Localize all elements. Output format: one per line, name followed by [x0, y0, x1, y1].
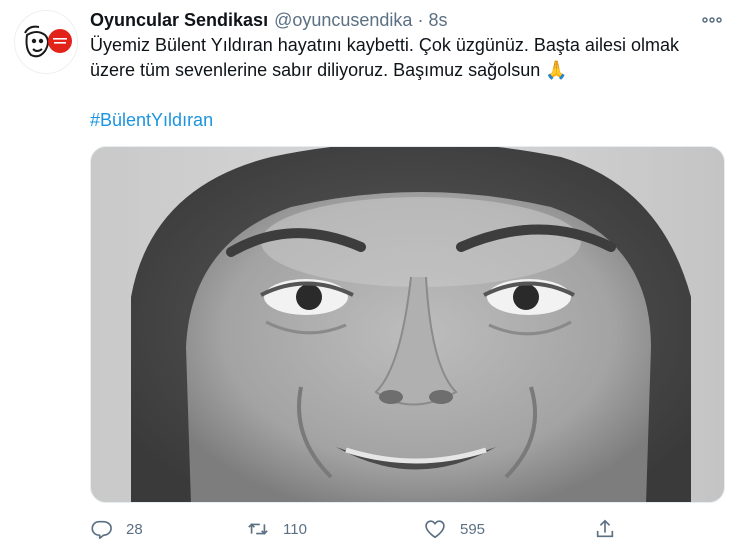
more-button[interactable]: [700, 14, 724, 26]
tweet-photo[interactable]: [90, 146, 725, 503]
like-button[interactable]: 595: [424, 514, 485, 544]
retweet-button[interactable]: 110: [247, 514, 307, 544]
retweet-icon: [247, 518, 269, 540]
tweet-text: Üyemiz Bülent Yıldıran hayatını kaybetti…: [90, 33, 710, 83]
tweet-header: Oyuncular Sendikası @oyuncusendika · 8s: [90, 8, 720, 32]
user-handle[interactable]: @oyuncusendika: [274, 10, 412, 31]
share-button[interactable]: [594, 514, 616, 544]
tweet-actions: 28 110 595: [90, 514, 725, 544]
display-name[interactable]: Oyuncular Sendikası: [90, 10, 268, 31]
separator-dot: ·: [417, 9, 424, 30]
more-icon: [702, 17, 722, 23]
share-icon: [594, 518, 616, 540]
tweet-text-line: üzere tüm sevenlerine sabır diliyoruz. B…: [90, 60, 568, 80]
tweet-timestamp[interactable]: 8s: [428, 10, 447, 31]
oyuncular-sendikasi-logo: [15, 11, 77, 73]
reply-icon: [90, 518, 112, 540]
retweet-count: 110: [283, 520, 307, 538]
like-count: 595: [460, 520, 486, 538]
reply-count: 28: [126, 520, 143, 538]
avatar[interactable]: [14, 10, 78, 74]
hashtag-link[interactable]: #BülentYıldıran: [90, 108, 213, 132]
portrait-photo: [91, 147, 724, 502]
tweet-text-line: Üyemiz Bülent Yıldıran hayatını kaybetti…: [90, 35, 679, 55]
reply-button[interactable]: 28: [90, 514, 143, 544]
tweet-card[interactable]: Oyuncular Sendikası @oyuncusendika · 8s …: [0, 0, 744, 551]
like-icon: [424, 518, 446, 540]
